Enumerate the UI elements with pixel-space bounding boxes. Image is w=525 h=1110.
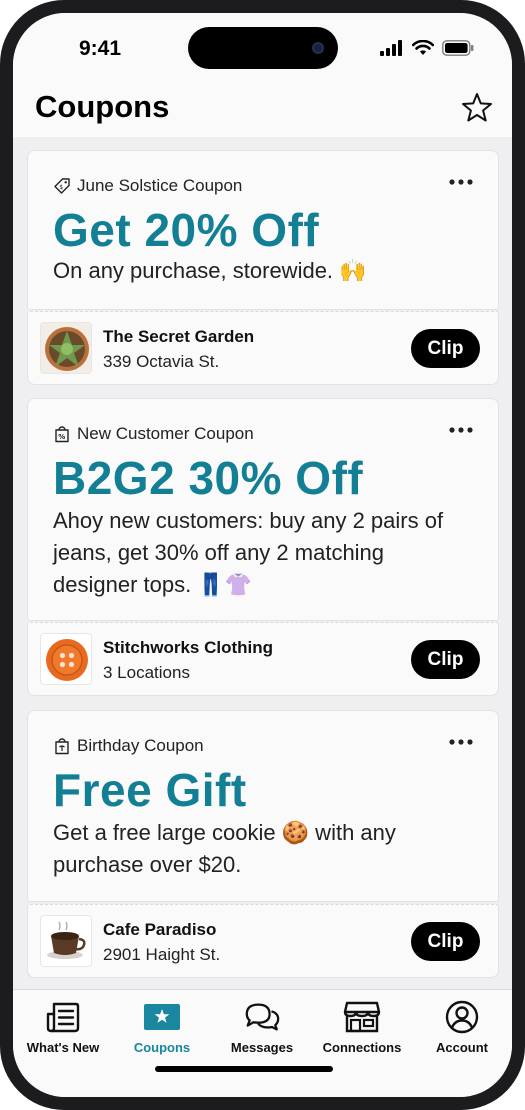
more-options-icon[interactable] [448, 737, 474, 747]
tab-messages[interactable]: Messages [212, 1000, 312, 1060]
merchant-logo [40, 633, 92, 685]
status-icons [380, 40, 474, 56]
merchant-address: 2901 Haight St. [103, 945, 221, 964]
coupon-type: Birthday Coupon [53, 736, 204, 756]
tab-coupons[interactable]: Coupons [112, 1000, 212, 1060]
clip-button[interactable]: Clip [411, 640, 480, 679]
merchant-row[interactable]: The Secret Garden 339 Octavia St. Clip [27, 311, 499, 385]
clip-button[interactable]: Clip [411, 922, 480, 961]
chat-bubbles-icon [245, 1003, 280, 1031]
coupon-feed[interactable]: $ June Solstice Coupon Get 20% Off On an… [13, 137, 512, 989]
merchant-logo [40, 915, 92, 967]
coupon-type-label: Birthday Coupon [77, 736, 204, 755]
tab-label: Connections [322, 1040, 402, 1055]
user-circle-icon [445, 1000, 479, 1034]
potted-plant-icon [41, 323, 91, 373]
wifi-icon [412, 40, 434, 55]
coupon-description: On any purchase, storewide. 🙌 [53, 258, 367, 283]
device-frame: 9:41 Coupons $ June Solstice Coupon Get … [0, 0, 525, 1110]
header: Coupons [13, 83, 512, 137]
coupon-type-label: New Customer Coupon [77, 424, 254, 443]
clip-button[interactable]: Clip [411, 329, 480, 368]
tag-icon: $ [54, 178, 70, 194]
merchant-row[interactable]: Cafe Paradiso 2901 Haight St. Clip [27, 904, 499, 978]
merchant-name: The Secret Garden [103, 327, 255, 346]
favorites-button[interactable] [460, 91, 494, 125]
coupon-description: Ahoy new customers: buy any 2 pairs of j… [53, 508, 444, 597]
more-options-icon[interactable] [448, 177, 474, 187]
battery-icon [442, 40, 474, 56]
star-icon [462, 93, 492, 122]
merchant-row[interactable]: Stitchworks Clothing 3 Locations Clip [27, 622, 499, 696]
coupon-description: Get a free large cookie 🍪 with any purch… [53, 820, 396, 877]
tab-label: Messages [230, 1040, 294, 1055]
svg-text:$: $ [59, 184, 63, 191]
coupon-card[interactable]: % New Customer Coupon B2G2 30% Off Ahoy … [27, 398, 499, 621]
coupon-type-label: June Solstice Coupon [77, 176, 243, 195]
merchant-address: 339 Octavia St. [103, 352, 220, 371]
screen: 9:41 Coupons $ June Solstice Coupon Get … [13, 13, 512, 1097]
tab-account[interactable]: Account [412, 1000, 512, 1060]
coupon-type: $ June Solstice Coupon [53, 176, 242, 196]
gift-bag-icon [55, 738, 69, 755]
svg-text:%: % [58, 433, 65, 441]
merchant-name: Cafe Paradiso [103, 920, 217, 939]
storefront-icon [343, 1001, 381, 1033]
page-title: Coupons [35, 89, 170, 124]
news-icon [46, 1002, 80, 1033]
tab-label: What's New [26, 1040, 100, 1055]
merchant-name: Stitchworks Clothing [103, 638, 273, 657]
tab-connections[interactable]: Connections [312, 1000, 412, 1060]
camera-icon [312, 42, 324, 54]
status-bar: 9:41 [13, 13, 512, 83]
coupon-star-icon [144, 1004, 180, 1030]
merchant-locations: 3 Locations [103, 663, 190, 682]
coupon-offer: B2G2 30% Off [53, 452, 364, 504]
dynamic-island [188, 27, 338, 69]
tab-label: Account [436, 1040, 488, 1055]
coupon-card[interactable]: $ June Solstice Coupon Get 20% Off On an… [27, 150, 499, 310]
tab-whats-new[interactable]: What's New [13, 1000, 113, 1060]
home-indicator [155, 1066, 333, 1072]
status-time: 9:41 [79, 37, 122, 60]
tab-label: Coupons [133, 1040, 191, 1055]
coffee-cup-icon [41, 916, 91, 966]
button-icon [41, 634, 91, 684]
coupon-offer: Free Gift [53, 764, 247, 816]
tab-bar: What's New Coupons Messages Connections … [13, 989, 512, 1097]
coupon-card[interactable]: Birthday Coupon Free Gift Get a free lar… [27, 710, 499, 902]
more-options-icon[interactable] [448, 425, 474, 435]
cellular-signal-icon [380, 40, 402, 56]
merchant-logo [40, 322, 92, 374]
coupon-offer: Get 20% Off [53, 204, 320, 256]
coupon-type: % New Customer Coupon [53, 424, 254, 444]
shopping-bag-percent-icon: % [55, 426, 69, 443]
